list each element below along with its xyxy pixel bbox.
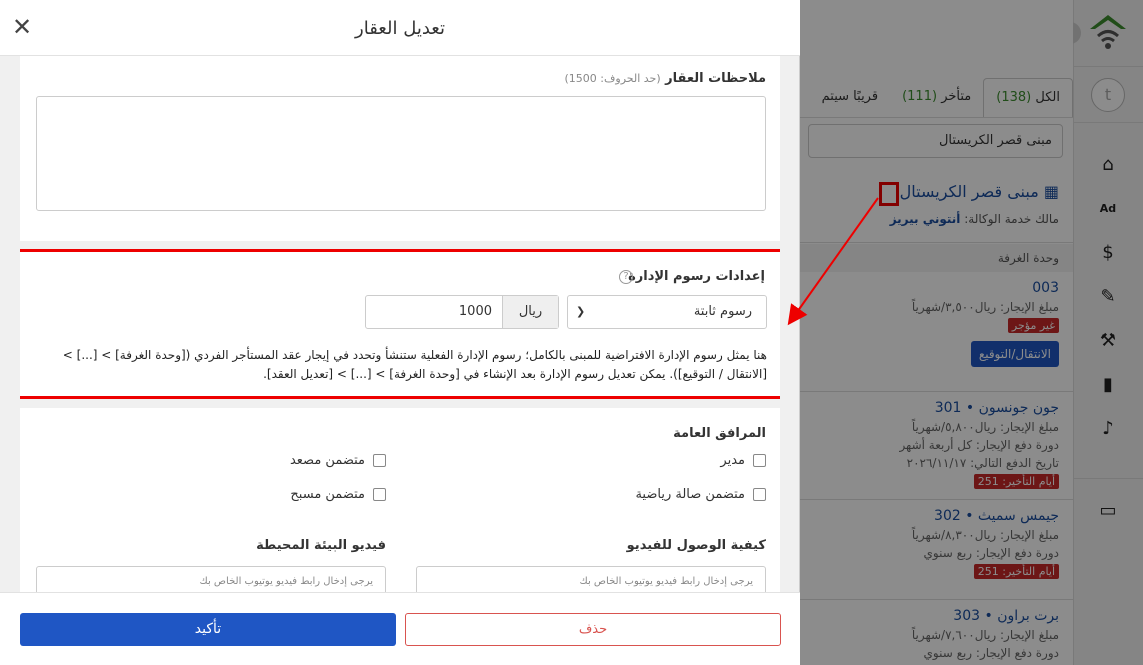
management-fee-section: إعدادات رسوم الإدارة ? رسوم ثابتة ❯ ريال… — [20, 249, 780, 399]
confirm-button[interactable]: تأكيد — [20, 613, 396, 646]
amenity-elevator[interactable]: متضمن مصعد — [290, 453, 386, 468]
notes-card: ملاحظات العقار (حد الحروف: 1500) — [20, 56, 780, 241]
amenity-manager[interactable]: مدير — [720, 453, 766, 468]
close-icon[interactable]: ✕ — [10, 15, 34, 40]
currency-label: ريال — [502, 296, 558, 328]
notes-char-limit: (حد الحروف: 1500) — [564, 72, 661, 85]
amenity-label: متضمن مسبح — [290, 487, 365, 502]
checkbox[interactable] — [373, 488, 386, 501]
amenity-label: مدير — [720, 453, 745, 468]
amenity-pool[interactable]: متضمن مسبح — [290, 487, 386, 502]
fee-description: هنا يمثل رسوم الإدارة الافتراضية للمبنى … — [62, 348, 767, 381]
edit-property-modal: تعديل العقار ✕ ملاحظات العقار (حد الحروف… — [0, 0, 800, 665]
help-icon[interactable]: ? — [619, 270, 633, 284]
fee-amount-field[interactable]: ريال 1000 — [365, 295, 559, 329]
checkbox[interactable] — [753, 488, 766, 501]
ambient-video-label: فيديو البيئة المحيطة — [256, 538, 386, 553]
amenities-label: المرافق العامة — [673, 426, 766, 441]
modal-header: تعديل العقار ✕ — [0, 0, 800, 56]
delete-button[interactable]: حذف — [405, 613, 781, 646]
amenity-gym[interactable]: متضمن صالة رياضية — [635, 487, 766, 502]
modal-title: تعديل العقار — [355, 18, 445, 39]
modal-footer: حذف تأكيد — [0, 592, 800, 665]
notes-label: ملاحظات العقار (حد الحروف: 1500) — [564, 71, 766, 86]
notes-textarea[interactable] — [36, 96, 766, 211]
ambient-video-input[interactable]: يرجى إدخال رابط فيديو يوتيوب الخاص بك — [36, 566, 386, 592]
amenity-label: متضمن صالة رياضية — [635, 487, 745, 502]
fee-amount-value: 1000 — [458, 304, 492, 319]
modal-body: ملاحظات العقار (حد الحروف: 1500) إعدادات… — [20, 56, 780, 592]
fee-type-select[interactable]: رسوم ثابتة ❯ — [567, 295, 767, 329]
fee-type-value: رسوم ثابتة — [693, 304, 752, 319]
amenity-label: متضمن مصعد — [289, 453, 365, 468]
chevron-down-icon: ❯ — [576, 305, 586, 318]
amenities-card: المرافق العامة مدير متضمن مصعد متضمن صال… — [20, 408, 780, 592]
checkbox[interactable] — [373, 454, 386, 467]
video-access-input[interactable]: يرجى إدخال رابط فيديو يوتيوب الخاص بك — [416, 566, 766, 592]
checkbox[interactable] — [753, 454, 766, 467]
video-access-label: كيفية الوصول للفيديو — [626, 538, 766, 553]
management-fee-label: إعدادات رسوم الإدارة — [628, 269, 765, 284]
